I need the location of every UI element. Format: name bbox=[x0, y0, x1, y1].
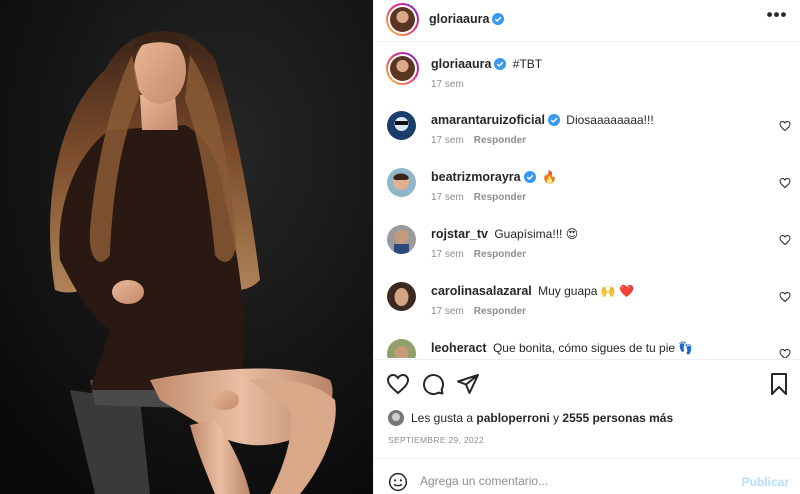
reply-button[interactable]: Responder bbox=[474, 306, 526, 317]
verified-badge-icon bbox=[494, 58, 507, 70]
comment-username[interactable]: carolinasalazaral bbox=[431, 284, 532, 298]
comment-time: 17 sem bbox=[431, 249, 464, 260]
likes-count-link[interactable]: 2555 personas más bbox=[562, 411, 673, 425]
emoji-smiley-icon[interactable] bbox=[388, 472, 408, 492]
post-photo[interactable] bbox=[0, 0, 373, 494]
comment-avatar[interactable] bbox=[387, 225, 416, 254]
heart-icon[interactable] bbox=[779, 291, 791, 303]
publish-button[interactable]: Publicar bbox=[742, 475, 789, 489]
comments-list[interactable]: gloriaaura #TBT 17 sem amarantaruizofici… bbox=[374, 43, 800, 358]
heart-icon[interactable] bbox=[386, 372, 410, 396]
heart-icon[interactable] bbox=[779, 234, 791, 246]
verified-badge-icon bbox=[523, 171, 536, 183]
comment-avatar[interactable] bbox=[387, 168, 416, 197]
comment-time: 17 sem bbox=[431, 135, 464, 146]
liker-username[interactable]: pabloperroni bbox=[476, 411, 549, 425]
comment-username[interactable]: rojstar_tv bbox=[431, 227, 488, 241]
more-horizontal-icon: ••• bbox=[766, 5, 788, 24]
comment-avatar[interactable] bbox=[387, 339, 416, 358]
comment-text: Guapísima!!! 😍 bbox=[494, 227, 579, 241]
comment-text: Diosaaaaaaaa!!! bbox=[566, 113, 654, 127]
author-avatar[interactable] bbox=[386, 3, 419, 36]
caption-text: #TBT bbox=[512, 57, 543, 71]
header-user: gloriaaura bbox=[429, 10, 505, 28]
comment-time: 17 sem bbox=[431, 306, 464, 317]
comment-avatar[interactable] bbox=[387, 282, 416, 311]
post-header: gloriaaura ••• bbox=[374, 0, 800, 42]
post-detail-panel: gloriaaura ••• gloriaaura #TBT 17 sem am… bbox=[373, 0, 800, 494]
comment-avatar[interactable] bbox=[387, 111, 416, 140]
comment-time: 17 sem bbox=[431, 192, 464, 203]
comment-item: carolinasalazaral Muy guapa 🙌 ❤️ 17 sem R… bbox=[374, 271, 800, 328]
comment-username[interactable]: leoheract bbox=[431, 341, 487, 355]
comment-icon[interactable] bbox=[421, 372, 445, 396]
comment-item: rojstar_tv Guapísima!!! 😍 17 sem Responde… bbox=[374, 214, 800, 271]
likes-connector: y bbox=[553, 411, 560, 425]
action-bar bbox=[374, 370, 800, 398]
divider bbox=[374, 458, 800, 459]
heart-icon[interactable] bbox=[779, 120, 791, 132]
comment-input[interactable] bbox=[420, 471, 720, 491]
reply-button[interactable]: Responder bbox=[474, 249, 526, 260]
add-comment-bar: Publicar bbox=[374, 466, 800, 494]
liker-avatar[interactable] bbox=[388, 410, 404, 426]
verified-badge-icon bbox=[492, 13, 505, 25]
caption-username[interactable]: gloriaaura bbox=[431, 57, 491, 71]
post-image bbox=[0, 0, 373, 494]
heart-icon[interactable] bbox=[779, 177, 791, 189]
comment-text: Que bonita, cómo sigues de tu pie 👣 bbox=[492, 341, 694, 355]
post-date: SEPTIEMBRE 29, 2022 bbox=[388, 435, 484, 445]
heart-icon[interactable] bbox=[779, 348, 791, 358]
likes-prefix: Les gusta a bbox=[411, 411, 474, 425]
comment-username[interactable]: amarantaruizoficial bbox=[431, 113, 545, 127]
comment-item: beatrizmorayra 🔥 17 sem Responder bbox=[374, 157, 800, 214]
comment-item: amarantaruizoficial Diosaaaaaaaa!!! 17 s… bbox=[374, 100, 800, 157]
caption-avatar[interactable] bbox=[386, 52, 419, 85]
reply-button[interactable]: Responder bbox=[474, 135, 526, 146]
verified-badge-icon bbox=[547, 114, 560, 126]
comment-item: leoheract Que bonita, cómo sigues de tu … bbox=[374, 328, 800, 358]
divider bbox=[374, 359, 800, 360]
caption: gloriaaura #TBT 17 sem bbox=[374, 43, 800, 100]
caption-time: 17 sem bbox=[431, 79, 464, 90]
comment-text: Muy guapa 🙌 ❤️ bbox=[538, 284, 635, 298]
comment-username[interactable]: beatrizmorayra bbox=[431, 170, 521, 184]
send-icon[interactable] bbox=[456, 372, 480, 396]
bookmark-icon[interactable] bbox=[767, 372, 791, 396]
comment-text: 🔥 bbox=[541, 170, 557, 184]
author-username[interactable]: gloriaaura bbox=[429, 12, 489, 26]
more-options-button[interactable]: ••• bbox=[765, 5, 789, 26]
reply-button[interactable]: Responder bbox=[474, 192, 526, 203]
